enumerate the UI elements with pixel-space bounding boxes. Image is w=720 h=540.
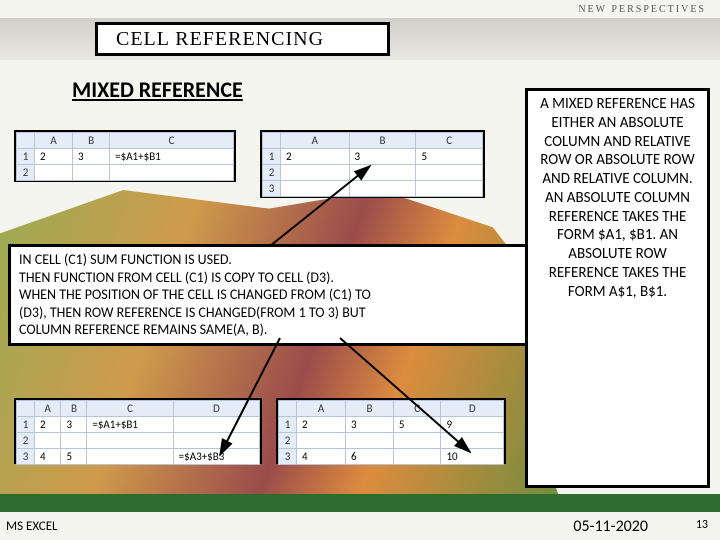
side-explanation: A MIXED REFERENCE HAS EITHER AN ABSOLUTE… <box>525 88 710 488</box>
brand-label: NEW PERSPECTIVES <box>578 4 706 15</box>
footer-page-number: 13 <box>696 518 708 532</box>
title-text: CELL REFERENCING <box>116 28 324 51</box>
title-box: CELL REFERENCING <box>95 22 390 56</box>
footer-date: 05-11-2020 <box>573 517 648 536</box>
spreadsheet-2: A B C 1 2 3 5 2 3 <box>260 130 485 198</box>
explain-box: IN CELL (C1) SUM FUNCTION IS USED. THEN … <box>8 244 540 346</box>
explain-line-3: WHEN THE POSITION OF THE CELL IS CHANGED… <box>19 286 529 304</box>
explain-line-5: COLUMN REFERENCE REMAINS SAME(A, B). <box>19 321 529 339</box>
subtitle: MIXED REFERENCE <box>72 76 243 103</box>
footer-source: MS EXCEL <box>6 519 58 534</box>
explain-line-1: IN CELL (C1) SUM FUNCTION IS USED. <box>19 251 529 269</box>
spreadsheet-4: A B C D 1 2 3 5 9 2 3 4 6 10 <box>276 398 506 464</box>
spreadsheet-3: A B C D 1 2 3 =$A1+$B1 2 3 4 5 =$A3+$B3 <box>14 398 262 464</box>
explain-line-4: (D3), THEN ROW REFERENCE IS CHANGED(FROM… <box>19 304 529 322</box>
explain-line-2: THEN FUNCTION FROM CELL (C1) IS COPY TO … <box>19 269 529 287</box>
spreadsheet-1: A B C 1 2 3 =$A1+$B1 2 <box>14 130 236 182</box>
